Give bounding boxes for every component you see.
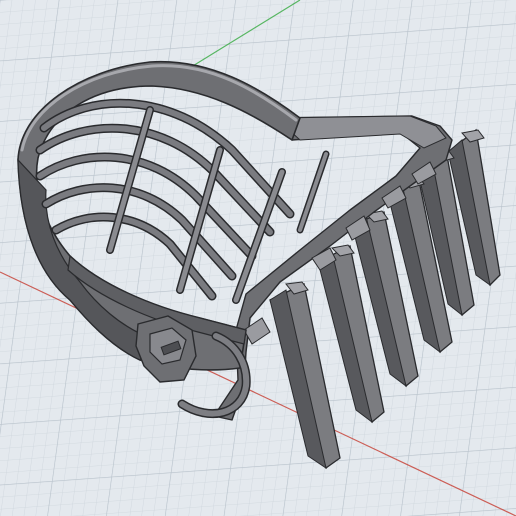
3d-viewport[interactable] (0, 0, 516, 516)
viewport-canvas[interactable] (0, 0, 516, 516)
